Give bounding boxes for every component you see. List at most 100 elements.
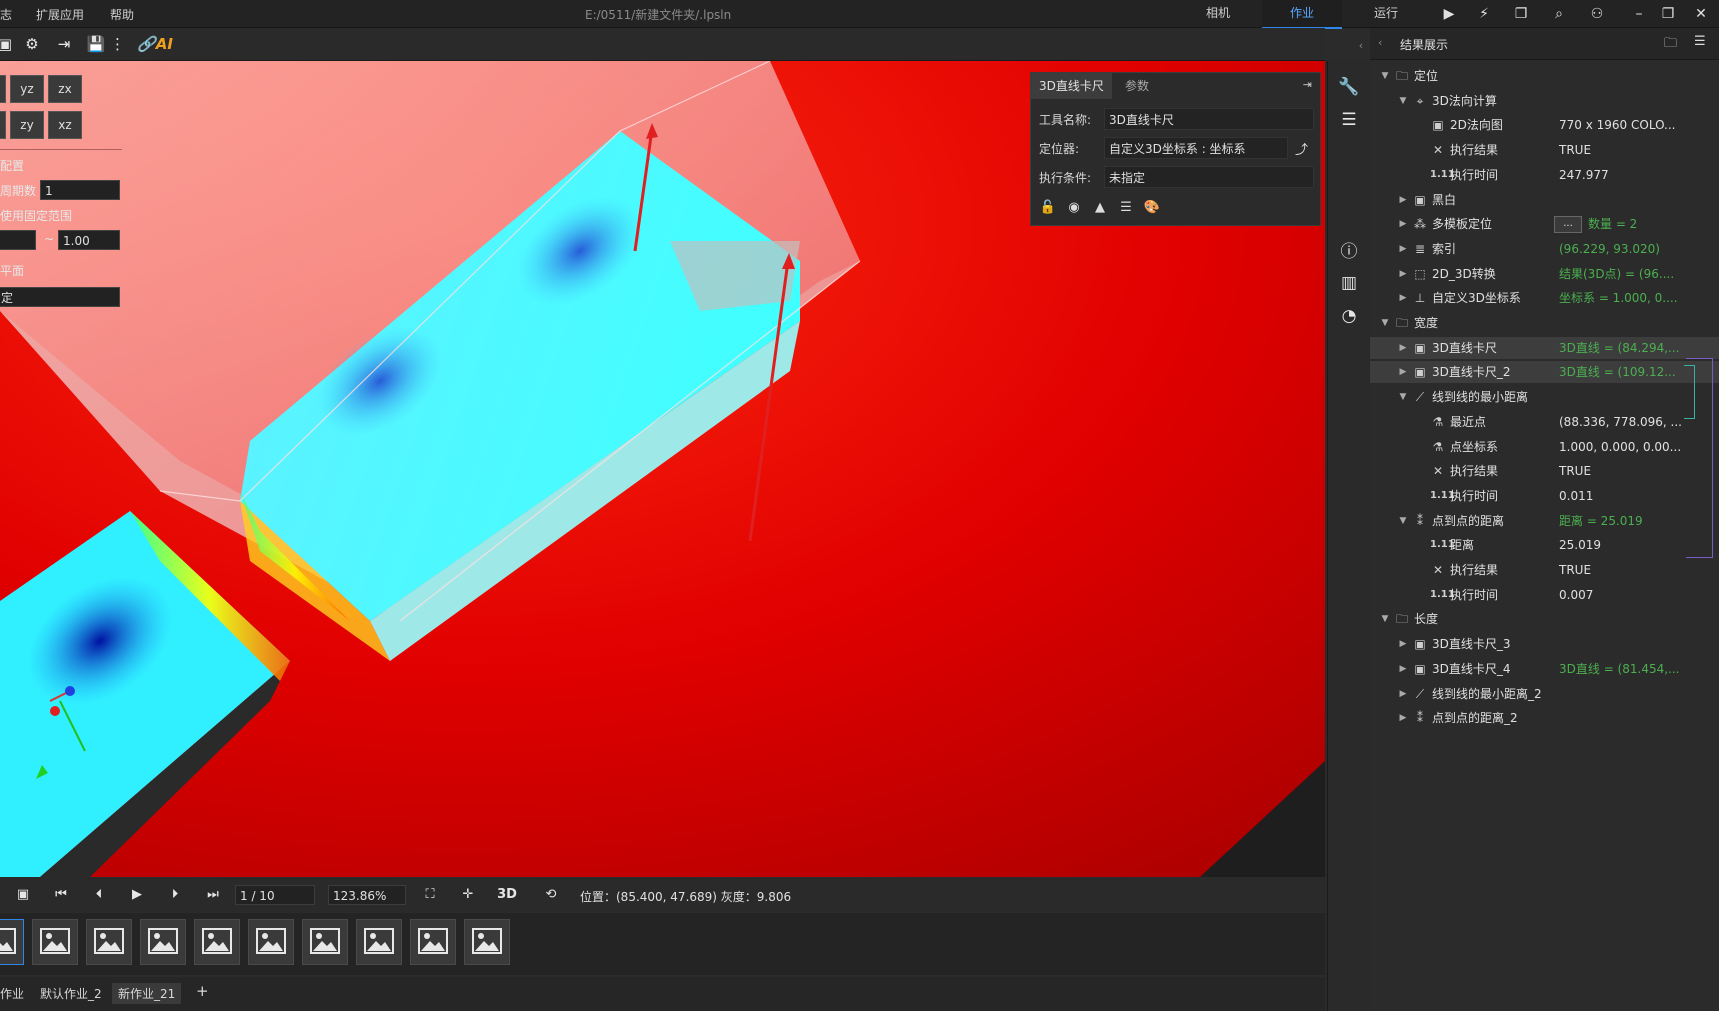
3d-mode-button[interactable]: 3D — [494, 886, 520, 904]
job-tab-0[interactable]: 作业 — [0, 985, 24, 1002]
collapse-icon[interactable]: ‹ — [1378, 36, 1382, 49]
caret-down-icon[interactable]: ▼ — [1398, 386, 1408, 408]
job-tab-2[interactable]: 新作业_21 — [112, 983, 182, 1004]
tree-row[interactable]: ▼ 🗀 长度 — [1370, 608, 1719, 630]
tree-row[interactable]: ⚗ 最近点 (88.336, 778.096, ... — [1370, 411, 1719, 433]
menu-item-help[interactable]: 帮助 — [110, 6, 134, 23]
tree-row[interactable]: ✕ 执行结果 TRUE — [1370, 139, 1719, 161]
gear-icon[interactable]: ⚙ — [21, 34, 43, 54]
tree-row[interactable]: ▶ ▣ 3D直线卡尺_3 — [1370, 633, 1719, 655]
tab-tool[interactable]: 3D直线卡尺 — [1031, 73, 1112, 99]
image-thumbnail[interactable] — [248, 919, 294, 965]
tree-list-icon[interactable]: ☰ — [1694, 34, 1706, 49]
condition-select[interactable]: 未指定 — [1104, 166, 1314, 188]
more-button[interactable]: ... — [1554, 216, 1582, 234]
locator-select[interactable]: 自定义3D坐标系 : 坐标系 — [1104, 137, 1288, 159]
wrench-icon[interactable]: 🔧 — [1337, 75, 1361, 99]
image-thumbnail[interactable] — [356, 919, 402, 965]
last-frame-icon[interactable]: ⏭ — [203, 886, 223, 904]
add-job-button[interactable]: + — [196, 982, 209, 1000]
tree-row[interactable]: ▶ ⁑ 点到点的距离_2 — [1370, 707, 1719, 729]
range-min-input[interactable] — [0, 230, 36, 250]
tree-row[interactable]: ▣ 2D法向图 770 x 1960 COLO... — [1370, 114, 1719, 136]
tree-row[interactable]: ⚗ 点坐标系 1.000, 0.000, 0.00... — [1370, 436, 1719, 458]
image-thumbnail[interactable] — [86, 919, 132, 965]
period-input[interactable]: 1 — [40, 180, 120, 200]
caret-right-icon[interactable]: ▶ — [1398, 633, 1408, 655]
locate-up-icon[interactable]: ⤴ — [1295, 139, 1308, 158]
tab-params[interactable]: 参数 — [1117, 73, 1157, 99]
tree-row[interactable]: ▼ 🗀 定位 — [1370, 65, 1719, 87]
caret-right-icon[interactable]: ▶ — [1398, 361, 1408, 383]
tree-row[interactable]: ▶ ⊥ 自定义3D坐标系 坐标系 = 1.000, 0.... — [1370, 287, 1719, 309]
zoom-input[interactable]: 123.86% — [328, 885, 406, 905]
tree-row[interactable]: 1.11 执行时间 247.977 — [1370, 164, 1719, 186]
menu-item-log[interactable]: 志 — [0, 6, 12, 23]
view-btn-yx[interactable] — [0, 111, 6, 139]
caret-right-icon[interactable]: ▶ — [1398, 707, 1408, 729]
tree-row[interactable]: ▼ ⟋ 线到线的最小距离 — [1370, 386, 1719, 408]
restore-icon[interactable]: ❐ — [1657, 4, 1679, 24]
tree-row[interactable]: ▼ 🗀 宽度 — [1370, 312, 1719, 334]
tree-row[interactable]: ✕ 执行结果 TRUE — [1370, 460, 1719, 482]
tree-row[interactable]: ▶ ⬚ 2D_3D转换 结果(3D点) = (96.... — [1370, 263, 1719, 285]
caret-down-icon[interactable]: ▼ — [1398, 510, 1408, 532]
range-max-input[interactable]: 1.00 — [58, 230, 120, 250]
tree-row[interactable]: 1.11 执行时间 0.011 — [1370, 485, 1719, 507]
caret-right-icon[interactable]: ▶ — [1398, 287, 1408, 309]
fullscreen-icon[interactable]: ⛶ — [420, 886, 440, 904]
shapes-icon[interactable]: ▲ — [1091, 199, 1109, 217]
tree-row[interactable]: 1.11 执行时间 0.007 — [1370, 584, 1719, 606]
tree-row[interactable]: ▼ ⁑ 点到点的距离 距离 = 25.019 — [1370, 510, 1719, 532]
close-icon[interactable]: ✕ — [1690, 4, 1712, 24]
image-thumbnail[interactable] — [32, 919, 78, 965]
frame-input[interactable]: 1 / 10 — [235, 885, 315, 905]
lock-icon[interactable]: 🔓 — [1039, 199, 1057, 217]
tree-row[interactable]: ▶ ≣ 索引 (96.229, 93.020) — [1370, 238, 1719, 260]
palette-icon[interactable]: 🎨 — [1143, 199, 1161, 217]
minimize-icon[interactable]: – — [1628, 4, 1650, 24]
bar-chart-icon[interactable]: ▥ — [1337, 271, 1361, 295]
tab-job[interactable]: 作业 — [1262, 0, 1342, 29]
caret-down-icon[interactable]: ▼ — [1398, 90, 1408, 112]
ai-button[interactable]: 🔗AI — [135, 34, 175, 54]
first-frame-icon[interactable]: ⏮ — [51, 886, 71, 904]
sliders-icon[interactable]: ☰ — [1337, 108, 1361, 132]
plane-select[interactable]: 定 — [0, 287, 120, 307]
caret-down-icon[interactable]: ▼ — [1380, 312, 1390, 334]
image-thumbnail[interactable] — [410, 919, 456, 965]
image-thumbnail[interactable] — [464, 919, 510, 965]
tab-camera[interactable]: 相机 — [1180, 0, 1256, 27]
gallery-icon[interactable]: ▣ — [13, 886, 33, 904]
caret-right-icon[interactable]: ▶ — [1398, 263, 1408, 285]
menu-item-extensions[interactable]: 扩展应用 — [36, 6, 84, 23]
caret-right-icon[interactable]: ▶ — [1398, 189, 1408, 211]
caret-right-icon[interactable]: ▶ — [1398, 683, 1408, 705]
view-btn-yz[interactable]: yz — [10, 75, 44, 103]
caret-right-icon[interactable]: ▶ — [1398, 658, 1408, 680]
tree-row[interactable]: ▶ ▣ 3D直线卡尺 3D直线 = (84.294,... — [1370, 336, 1719, 359]
export-icon[interactable]: ⇥ — [53, 34, 75, 54]
lightning-icon[interactable]: ⚡ — [1473, 4, 1495, 24]
tree-row[interactable]: ▶ ▣ 3D直线卡尺_4 3D直线 = (81.454,... — [1370, 658, 1719, 680]
sync-icon[interactable]: ⟲ — [541, 886, 561, 904]
save-icon[interactable]: 💾 — [85, 34, 107, 54]
view-btn-xy[interactable] — [0, 75, 6, 103]
caret-right-icon[interactable]: ▶ — [1398, 238, 1408, 260]
play-icon[interactable]: ▶ — [1438, 4, 1460, 24]
next-frame-icon[interactable]: ⏵ — [165, 886, 185, 904]
tree-row[interactable]: ▶ ⁂ 多模板定位 数量 = 2... — [1370, 213, 1719, 235]
tree-row[interactable]: 1.11 距离 25.019 — [1370, 534, 1719, 556]
tree-row[interactable]: ✕ 执行结果 TRUE — [1370, 559, 1719, 581]
folder-add-icon[interactable]: 🗀 — [1664, 34, 1677, 56]
caret-right-icon[interactable]: ▶ — [1398, 337, 1408, 359]
tab-run[interactable]: 运行 — [1350, 0, 1422, 27]
list-icon[interactable]: ☰ — [1117, 199, 1135, 217]
user-off-icon[interactable]: ⚇ — [1586, 4, 1608, 24]
play-button-icon[interactable]: ▶ — [127, 886, 147, 904]
collapse-left-icon[interactable]: ‹ — [1350, 36, 1372, 56]
job-tab-1[interactable]: 默认作业_2 — [40, 985, 102, 1002]
image-thumbnail[interactable] — [140, 919, 186, 965]
view-btn-zy[interactable]: zy — [10, 111, 44, 139]
image-thumbnail[interactable] — [0, 919, 24, 965]
